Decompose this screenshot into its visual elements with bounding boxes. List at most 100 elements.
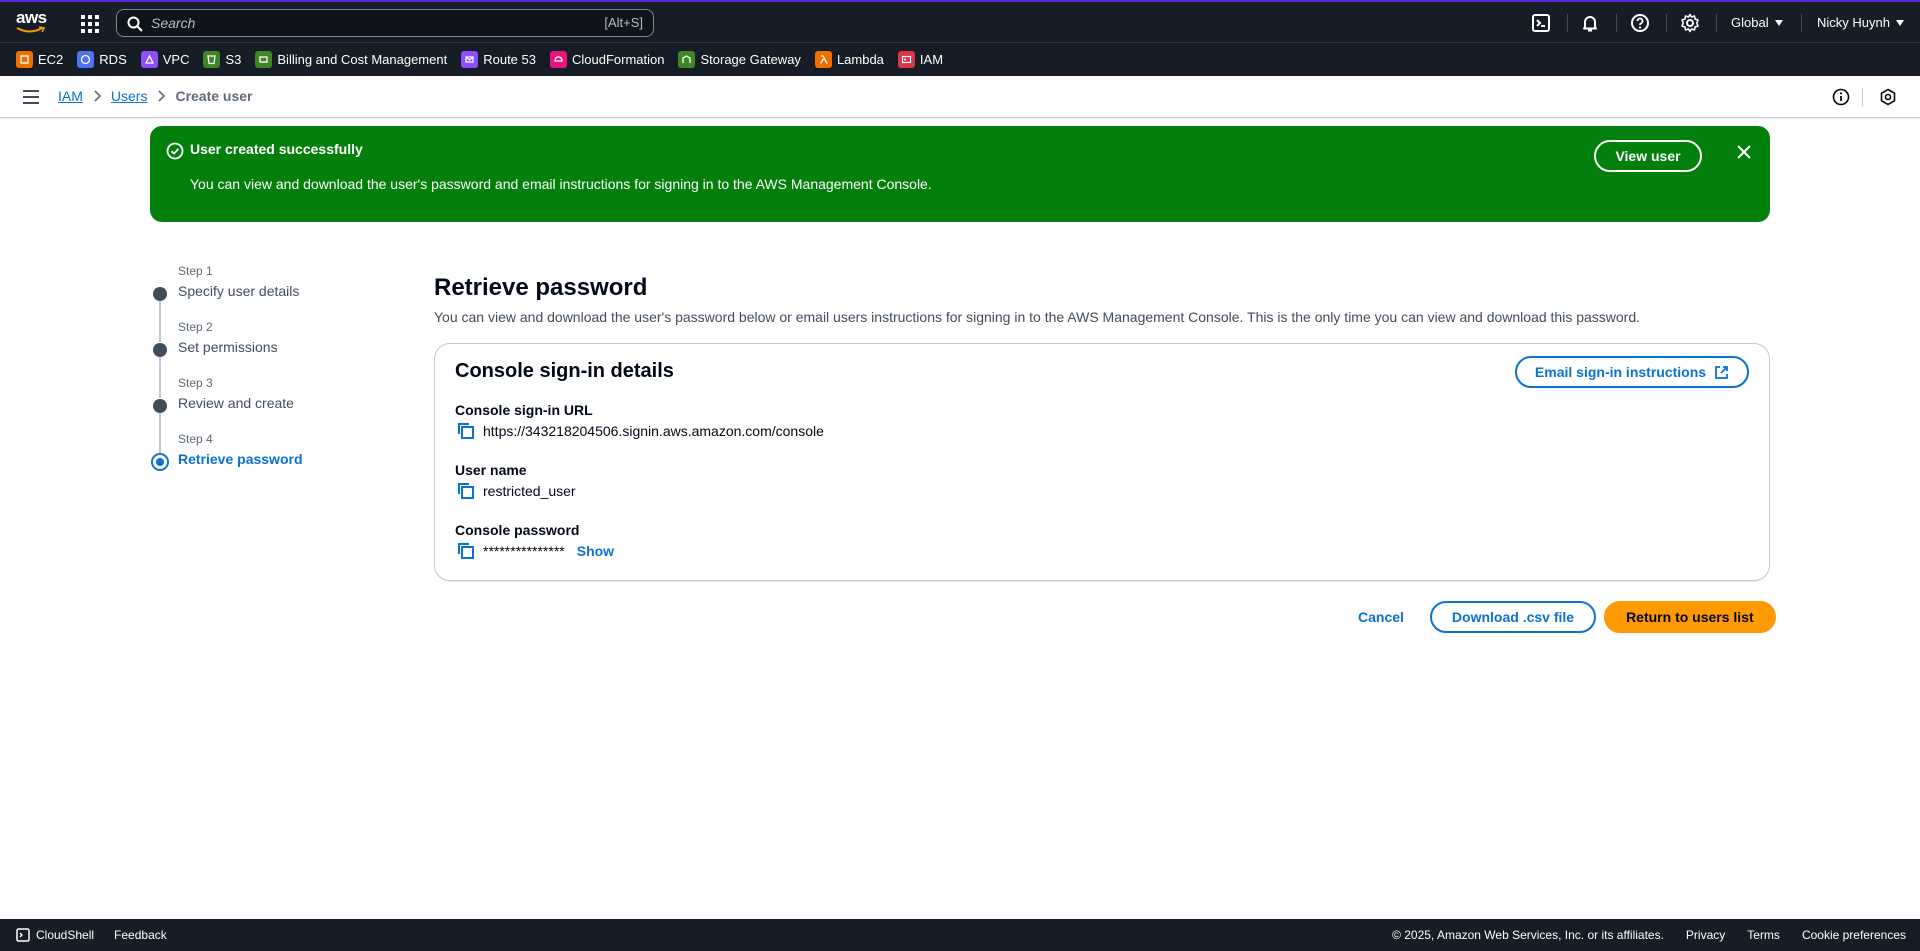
aws-logo[interactable]: aws <box>16 8 50 36</box>
help-icon[interactable] <box>1630 13 1650 33</box>
aws-smile-icon <box>16 26 46 33</box>
aws-logo-text: aws <box>16 8 47 27</box>
settings-gear-icon[interactable] <box>1680 13 1700 33</box>
favorite-label: CloudFormation <box>571 52 665 67</box>
cloudshell-label: CloudShell <box>36 928 95 942</box>
search-input[interactable] <box>151 13 551 33</box>
show-password-link[interactable]: Show <box>577 543 614 559</box>
step-label: Review and create <box>178 395 294 411</box>
rds-service-icon <box>77 51 95 68</box>
favorite-billing[interactable]: Billing and Cost Management <box>255 51 447 68</box>
privacy-link[interactable]: Privacy <box>1686 928 1725 942</box>
step-number: Step 1 <box>178 264 213 278</box>
copy-icon[interactable] <box>457 482 475 500</box>
step-dot <box>153 287 167 301</box>
view-user-button[interactable]: View user <box>1594 140 1702 172</box>
storage-gateway-service-icon <box>678 51 696 68</box>
email-button-label: Email sign-in instructions <box>1534 364 1707 380</box>
favorite-rds[interactable]: RDS <box>77 51 127 68</box>
favorite-route53[interactable]: Route 53 <box>461 51 536 68</box>
copyright-text: © 2025, Amazon Web Services, Inc. or its… <box>1392 928 1664 942</box>
services-menu-icon[interactable] <box>80 14 100 34</box>
password-masked-value: *************** <box>483 543 565 559</box>
step-dot <box>153 343 167 357</box>
return-to-users-list-button[interactable]: Return to users list <box>1604 601 1776 633</box>
info-icon[interactable] <box>1832 88 1850 106</box>
wizard-actions: Cancel Download .csv file Return to user… <box>1340 601 1776 633</box>
step-label: Specify user details <box>178 283 300 299</box>
caret-down-icon <box>1774 19 1783 26</box>
favorite-cloudformation[interactable]: CloudFormation <box>549 51 665 68</box>
nav-divider <box>1567 14 1568 32</box>
notifications-panel-icon[interactable] <box>1879 88 1897 106</box>
copy-icon[interactable] <box>457 542 475 560</box>
sign-in-url-field: Console sign-in URL https://343218204506… <box>455 402 824 440</box>
favorite-label: VPC <box>162 52 190 67</box>
step-dot <box>153 399 167 413</box>
field-label: Console password <box>455 522 580 538</box>
iam-service-icon <box>897 51 915 68</box>
vpc-service-icon <box>140 51 158 68</box>
favorite-s3[interactable]: S3 <box>203 51 241 68</box>
search-box[interactable]: [Alt+S] <box>116 9 654 37</box>
favorite-label: S3 <box>225 52 242 67</box>
cloudshell-icon[interactable] <box>1531 13 1551 33</box>
user-name-field: User name restricted_user <box>455 462 576 500</box>
crumbbar-divider <box>1862 88 1863 106</box>
copy-icon[interactable] <box>457 422 475 440</box>
wizard-steps: Step 1 Specify user details Step 2 Set p… <box>150 262 390 486</box>
breadcrumb-iam-link[interactable]: IAM <box>58 88 83 104</box>
ec2-service-icon <box>16 51 33 68</box>
step-1[interactable]: Step 1 Specify user details <box>150 262 390 342</box>
terms-link[interactable]: Terms <box>1747 928 1780 942</box>
close-icon[interactable] <box>1736 144 1752 160</box>
cookie-preferences-link[interactable]: Cookie preferences <box>1802 928 1906 942</box>
favorite-storage-gateway[interactable]: Storage Gateway <box>678 51 801 68</box>
console-sign-in-card: Console sign-in details Email sign-in in… <box>434 343 1770 581</box>
feedback-link[interactable]: Feedback <box>114 928 167 942</box>
favorite-vpc[interactable]: VPC <box>140 51 190 68</box>
nav-divider <box>1616 14 1617 32</box>
account-name: Nicky Huynh <box>1817 15 1890 30</box>
chevron-right-icon <box>94 90 101 102</box>
favorite-ec2[interactable]: EC2 <box>16 51 63 68</box>
menu-hamburger-icon[interactable] <box>22 89 40 105</box>
favorite-label: Storage Gateway <box>700 52 801 67</box>
sign-in-url-value: https://343218204506.signin.aws.amazon.c… <box>483 423 824 439</box>
favorites-bar: EC2 RDS VPC S3 Billing and Cost Manageme… <box>0 42 1920 76</box>
step-4-current: Step 4 Retrieve password <box>150 430 390 486</box>
cloudshell-footer-button[interactable]: CloudShell <box>16 928 94 942</box>
favorite-label: Route 53 <box>483 52 536 67</box>
favorite-label: RDS <box>99 52 127 67</box>
nav-divider <box>1801 14 1802 32</box>
favorite-iam[interactable]: IAM <box>897 51 943 68</box>
cancel-button[interactable]: Cancel <box>1340 601 1422 633</box>
route53-service-icon <box>461 51 479 68</box>
email-sign-in-instructions-button[interactable]: Email sign-in instructions <box>1515 356 1749 388</box>
favorite-label: Lambda <box>836 52 884 67</box>
caret-down-icon <box>1895 19 1904 26</box>
notifications-bell-icon[interactable] <box>1580 13 1600 33</box>
step-label: Retrieve password <box>178 451 303 467</box>
favorite-lambda[interactable]: Lambda <box>814 51 884 68</box>
download-csv-button[interactable]: Download .csv file <box>1429 601 1597 633</box>
breadcrumb: IAM Users Create user <box>58 88 253 104</box>
page-title: Retrieve password <box>434 274 648 301</box>
nav-divider <box>1666 14 1667 32</box>
breadcrumb-current: Create user <box>175 88 253 104</box>
search-icon <box>127 16 143 32</box>
step-number: Step 3 <box>178 376 213 390</box>
step-number: Step 2 <box>178 320 213 334</box>
success-flash-banner: User created successfully You can view a… <box>150 126 1770 222</box>
search-shortcut: [Alt+S] <box>604 15 643 30</box>
step-3[interactable]: Step 3 Review and create <box>150 374 390 454</box>
billing-service-icon <box>255 51 273 68</box>
region-selector[interactable]: Global <box>1731 15 1783 30</box>
account-menu[interactable]: Nicky Huynh <box>1817 15 1904 30</box>
step-number: Step 4 <box>178 432 213 446</box>
step-2[interactable]: Step 2 Set permissions <box>150 318 390 398</box>
lambda-service-icon <box>814 51 832 68</box>
nav-divider <box>1716 14 1717 32</box>
breadcrumb-users-link[interactable]: Users <box>111 88 148 104</box>
cloudformation-service-icon <box>549 51 567 68</box>
